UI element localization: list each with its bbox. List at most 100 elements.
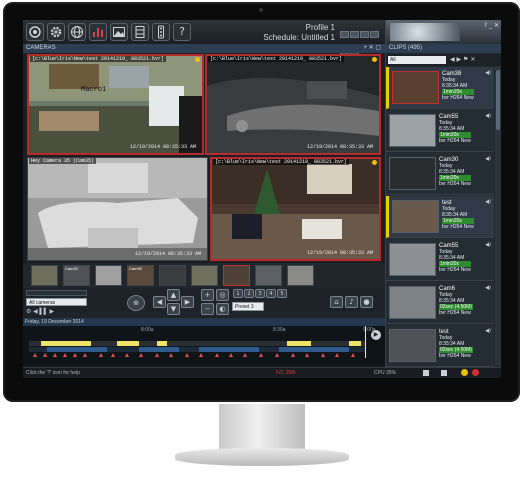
home-icon[interactable]: ⌂ xyxy=(330,296,343,308)
timeline-alert-markers xyxy=(29,353,365,358)
profile-buttons[interactable] xyxy=(339,24,381,57)
clips-title: CLIPS (495) xyxy=(389,45,423,51)
camera-thumbnail[interactable] xyxy=(255,265,282,286)
camera-thumbnail[interactable] xyxy=(287,265,314,286)
camera-overlay-text: Macro1 xyxy=(81,86,107,94)
camera-group-select[interactable]: All cameras xyxy=(26,298,87,306)
clip-details: Cam38 Today 8:35:34 AM 1min20s bvr H264 New xyxy=(442,71,474,101)
speaker-icon[interactable]: ◀) xyxy=(485,113,491,119)
camera-thumbnail[interactable]: Cam55 xyxy=(127,265,154,286)
camera-view-living-room xyxy=(28,158,207,260)
app-window: ? Profile 1 Schedule: Untitled 1 CAMERAS… xyxy=(23,20,501,378)
bar-chart-icon[interactable] xyxy=(89,23,107,41)
camera-thumbnail[interactable]: Cam20 xyxy=(63,265,90,286)
speaker-icon[interactable]: ◀) xyxy=(485,70,491,76)
camera-timestamp: 12/19/2014 08:35:33 AM xyxy=(134,251,201,257)
status-icon[interactable] xyxy=(423,370,429,376)
camera-thumbnail[interactable] xyxy=(159,265,186,286)
globe-icon[interactable] xyxy=(68,23,86,41)
ptz-center-icon[interactable]: ⊕ xyxy=(127,295,145,311)
ptz-right-icon[interactable]: ▶ xyxy=(181,296,194,308)
camera-tile-street[interactable]: [c:\Blue\Iris\New\test 20141219_ 083521.… xyxy=(205,54,381,155)
clip-list-item[interactable]: Cam6 Today 8:35:34 AM 02sec (4.50M) bvr H264… xyxy=(386,282,494,324)
cpu-usage: CPU 35% xyxy=(374,370,396,376)
help-icon[interactable]: ? xyxy=(173,23,191,41)
clip-list-item[interactable]: Cam30 Today 8:35:34 AM 1min20s bvr H264 New … xyxy=(386,153,494,195)
camera-thumbnail[interactable] xyxy=(95,265,122,286)
preset-3-button[interactable]: 3 xyxy=(255,289,265,298)
clip-details: test Today 8:35:34 AM 1min20s bvr H264 New xyxy=(442,200,474,230)
clip-list-item[interactable]: Cam38 Today 8:35:34 AM 1min20s bvr H264 New … xyxy=(386,67,494,109)
status-bar: Click the '?' icon for help F/C 25% CPU … xyxy=(23,367,501,378)
zoom-out-icon[interactable]: − xyxy=(201,303,214,315)
camera-tile-kitchen[interactable]: [c:\Blue\Iris\New\test 20141219_ 083521.… xyxy=(27,54,204,155)
camera-thumbnail-strip: Cam20 Cam55 xyxy=(23,263,385,288)
transport-icons[interactable]: ⚙ ◀ ▌▌ ▶ xyxy=(26,308,54,315)
camera-thumbnail-selected[interactable] xyxy=(223,265,250,286)
speaker-icon[interactable]: ♪ xyxy=(345,296,358,308)
gear-icon[interactable] xyxy=(47,23,65,41)
clip-preview-image xyxy=(390,23,460,41)
camera-label: [c:\Blue\Iris\New\test 20141219_ 083521.… xyxy=(213,159,350,165)
warning-icon[interactable] xyxy=(461,369,468,376)
clip-thumbnail xyxy=(392,71,439,104)
volume-slider[interactable] xyxy=(26,290,87,296)
ptz-up-icon[interactable]: ▲ xyxy=(167,289,180,301)
speaker-icon[interactable]: ◀) xyxy=(485,156,491,162)
timeline[interactable]: Friday, 19 December 2014 8:00a 8:30a 9:0… xyxy=(23,318,385,367)
camera-thumbnail[interactable] xyxy=(31,265,58,286)
preset-5-button[interactable]: 5 xyxy=(277,289,287,298)
speaker-icon[interactable]: ◀) xyxy=(485,199,491,205)
camera-icon[interactable] xyxy=(26,23,44,41)
webcam-dot xyxy=(259,8,263,12)
window-controls[interactable]: ? _ ✕ xyxy=(484,22,499,29)
cameras-title: CAMERAS xyxy=(26,45,56,51)
clips-panel: ? _ ✕ CLIPS (495) All ◀ ▶ ⚑ ✕ Cam38 Today… xyxy=(385,20,501,367)
monitor-stand-neck xyxy=(219,404,305,452)
preset-2-button[interactable]: 2 xyxy=(244,289,254,298)
film-icon[interactable] xyxy=(131,23,149,41)
speaker-icon[interactable]: ◀) xyxy=(485,285,491,291)
clip-list-item[interactable]: test Today 8:35:34 AM 1min20s bvr H264 New ◀… xyxy=(386,196,494,238)
clip-list-item[interactable]: Cam55 Today 8:35:34 AM 1min20s bvr H264 New … xyxy=(386,239,494,281)
preset-4-button[interactable]: 4 xyxy=(266,289,276,298)
traffic-light-icon[interactable] xyxy=(152,23,170,41)
profile-status: Profile 1 Schedule: Untitled 1 xyxy=(263,23,335,43)
clip-thumbnail xyxy=(389,243,436,276)
monitor-stand-base xyxy=(175,448,349,466)
timeline-lane-recording xyxy=(29,347,365,352)
cameras-pane-controls[interactable]: + ✕ ▢ xyxy=(363,44,381,53)
play-icon[interactable]: ▶ xyxy=(371,330,381,340)
main-toolbar: ? Profile 1 Schedule: Untitled 1 xyxy=(23,20,385,57)
camera-tile-christmas-room[interactable]: [c:\Blue\Iris\New\test 20141219_ 083521.… xyxy=(210,157,381,261)
help-hint: Click the '?' icon for help xyxy=(26,370,80,376)
clip-list-item[interactable]: test Today 8:35:34 AM 02sec (4.50M) bvr H264… xyxy=(386,325,494,367)
status-icon[interactable] xyxy=(441,370,447,376)
camera-tile-living-room[interactable]: Hey Camera 35 (Cam35) 12/19/2014 08:35:3… xyxy=(27,157,208,261)
timeline-date: Friday, 19 December 2014 xyxy=(23,318,385,326)
preset-1-button[interactable]: 1 xyxy=(233,289,243,298)
preset-select[interactable]: Preset 3 xyxy=(232,302,264,311)
clips-filter-icons[interactable]: ◀ ▶ ⚑ ✕ xyxy=(450,56,475,63)
speaker-icon[interactable]: ◀) xyxy=(485,328,491,334)
camera-label: Hey Camera 35 (Cam35) xyxy=(29,158,97,164)
microphone-icon[interactable]: ● xyxy=(360,296,373,308)
iris-icon[interactable]: ◐ xyxy=(216,303,229,315)
camera-thumbnail[interactable] xyxy=(191,265,218,286)
recording-indicator xyxy=(372,57,377,62)
focus-icon[interactable]: ◎ xyxy=(216,289,229,301)
timeline-tick: 8:30a xyxy=(273,327,286,333)
ptz-control-bar: All cameras ⚙ ◀ ▌▌ ▶ ⊕ ▲ ◀ ▶ ▼ + − ◎ ◐ 1… xyxy=(23,288,385,318)
alert-icon[interactable] xyxy=(472,369,479,376)
speaker-icon[interactable]: ◀) xyxy=(485,242,491,248)
clips-filter-select[interactable]: All xyxy=(388,56,446,64)
clips-filter-bar: All ◀ ▶ ⚑ ✕ xyxy=(386,54,501,66)
timeline-playhead[interactable] xyxy=(365,326,366,358)
zoom-in-icon[interactable]: + xyxy=(201,289,214,301)
ptz-left-icon[interactable]: ◀ xyxy=(153,296,166,308)
clip-list-item[interactable]: Cam55 Today 8:35:34 AM 1min20s bvr H264 New … xyxy=(386,110,494,152)
clip-details: Cam30 Today 8:35:34 AM 1min20s bvr H264 New xyxy=(439,157,471,187)
image-icon[interactable] xyxy=(110,23,128,41)
clips-scrollbar[interactable] xyxy=(495,66,501,366)
ptz-down-icon[interactable]: ▼ xyxy=(167,303,180,315)
